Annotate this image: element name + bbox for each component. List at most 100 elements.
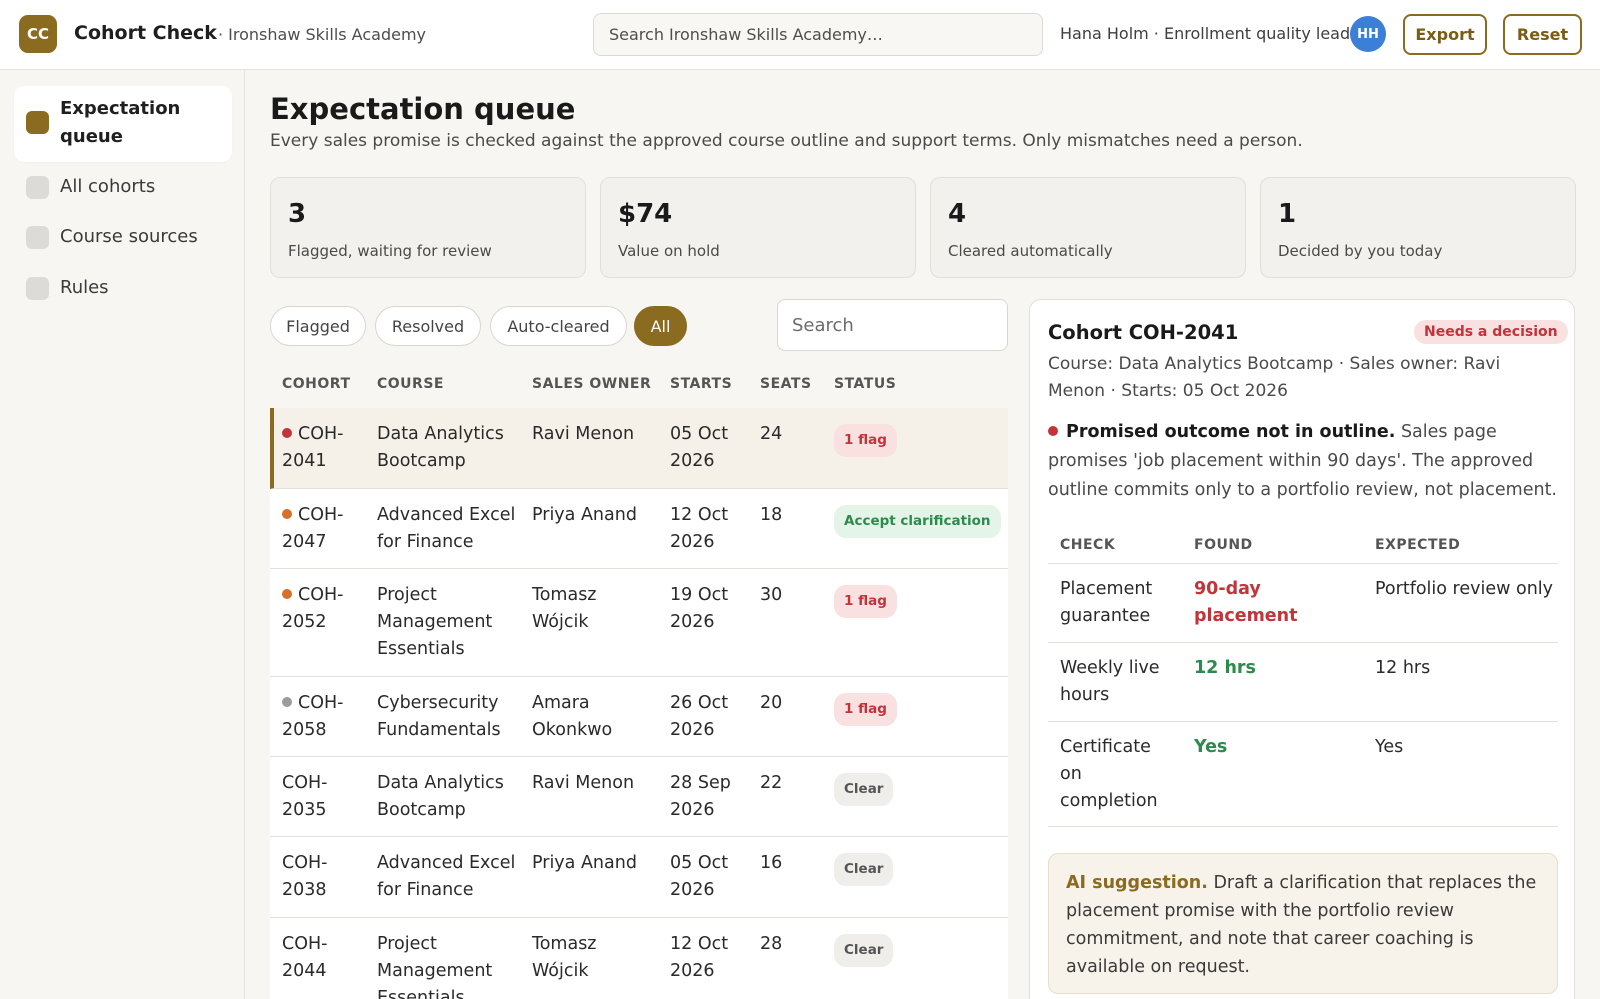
seat-count: 30 <box>760 585 783 605</box>
status-cell: 1 flag <box>834 424 897 457</box>
stat-caption: Flagged, waiting for review <box>288 242 492 260</box>
stat-card-cleared: 4 Cleared automatically <box>930 177 1246 278</box>
sales-owner: Ravi Menon <box>532 424 635 444</box>
status-cell: Clear <box>834 853 894 886</box>
filter-all[interactable]: All <box>634 306 687 346</box>
sidebar-item-course-sources[interactable]: Course sources <box>14 223 232 251</box>
sales-owner: Priya Anand <box>532 853 637 873</box>
check-row: Weekly live hours 12 hrs 12 hrs <box>1048 642 1558 721</box>
status-badge: 1 flag <box>834 424 897 457</box>
seat-count: 22 <box>760 773 783 793</box>
expected-value: Yes <box>1375 737 1404 757</box>
course-name: Cybersecurity Fundamentals <box>377 693 501 740</box>
cohort-id: COH-2038 <box>282 853 328 900</box>
seat-count: 16 <box>760 853 783 873</box>
sidebar-item-expectation-queue[interactable]: Expectation queue <box>14 86 232 162</box>
seat-count: 28 <box>760 934 783 954</box>
table-row[interactable]: COH-2035 Data Analytics Bootcamp Ravi Me… <box>270 757 1008 837</box>
cohort-id: COH-2052 <box>282 585 344 632</box>
status-cell: Accept clarification <box>834 505 1001 538</box>
table-row[interactable]: COH-2041 Data Analytics Bootcamp Ravi Me… <box>270 408 1008 489</box>
course-name: Advanced Excel for Finance <box>377 853 516 900</box>
status-badge: Clear <box>834 934 894 967</box>
status-cell: 1 flag <box>834 585 897 618</box>
start-date: 05 Oct 2026 <box>670 424 729 471</box>
table-row[interactable]: COH-2058 Cybersecurity Fundamentals Amar… <box>270 677 1008 757</box>
course-name: Data Analytics Bootcamp <box>377 773 504 820</box>
check-name: Certificate on completion <box>1060 737 1158 811</box>
check-column-header: CHECK <box>1060 537 1116 553</box>
detail-title: Cohort COH-2041 <box>1048 321 1239 344</box>
global-search-input[interactable] <box>593 13 1043 56</box>
course-name: Advanced Excel for Finance <box>377 505 516 552</box>
found-value: 90-day placement <box>1194 579 1298 626</box>
stat-caption: Decided by you today <box>1278 242 1443 260</box>
sidebar-item-label: All cohorts <box>60 176 156 197</box>
column-header-seats[interactable]: SEATS <box>760 376 812 392</box>
table-row[interactable]: COH-2038 Advanced Excel for Finance Priy… <box>270 837 1008 918</box>
top-bar: CC Cohort Check · Ironshaw Skills Academ… <box>0 0 1600 70</box>
status-badge: Clear <box>834 773 894 806</box>
expected-value: 12 hrs <box>1375 658 1431 678</box>
table-row[interactable]: COH-2044 Project Management Essentials T… <box>270 918 1008 999</box>
status-dot-icon <box>282 696 292 707</box>
cohort-id: COH-2041 <box>282 424 344 471</box>
filter-resolved[interactable]: Resolved <box>375 306 481 346</box>
start-date: 05 Oct 2026 <box>670 853 729 900</box>
export-button[interactable]: Export <box>1403 14 1487 55</box>
cohort-id: COH-2044 <box>282 934 328 981</box>
status-dot-icon <box>282 508 292 519</box>
column-header-sales-owner[interactable]: SALES OWNER <box>532 376 651 392</box>
stat-caption: Cleared automatically <box>948 242 1113 260</box>
app-logo: CC <box>19 15 57 53</box>
cohort-id: COH-2047 <box>282 505 344 552</box>
sources-icon <box>26 226 49 249</box>
reset-button[interactable]: Reset <box>1503 14 1582 55</box>
expected-column-header: EXPECTED <box>1375 537 1461 553</box>
status-dot-icon <box>282 427 292 438</box>
found-value: Yes <box>1194 737 1228 757</box>
sales-owner: Amara Okonkwo <box>532 693 613 740</box>
found-value: 12 hrs <box>1194 658 1256 678</box>
column-header-cohort[interactable]: COHORT <box>282 376 351 392</box>
finding: Promised outcome not in outline. Sales p… <box>1048 418 1563 505</box>
check-row: Placement guarantee 90-day placement Por… <box>1048 563 1558 642</box>
column-header-starts[interactable]: STARTS <box>670 376 732 392</box>
course-name: Project Management Essentials <box>377 934 493 999</box>
start-date: 19 Oct 2026 <box>670 585 729 632</box>
status-badge: Clear <box>834 853 894 886</box>
seat-count: 20 <box>760 693 783 713</box>
sidebar: Expectation queue All cohorts Course sou… <box>0 70 245 999</box>
start-date: 26 Oct 2026 <box>670 693 729 740</box>
status-dot-icon <box>282 588 292 599</box>
filter-flagged[interactable]: Flagged <box>270 306 366 346</box>
cohort-id: COH-2035 <box>282 773 328 820</box>
table-search-input[interactable] <box>777 299 1008 351</box>
status-cell: Clear <box>834 773 894 806</box>
sidebar-item-rules[interactable]: Rules <box>14 274 232 302</box>
sidebar-item-all-cohorts[interactable]: All cohorts <box>14 173 232 201</box>
org-name: · Ironshaw Skills Academy <box>218 25 426 44</box>
check-name: Weekly live hours <box>1060 658 1160 705</box>
start-date: 28 Sep 2026 <box>670 773 731 820</box>
stat-value: $74 <box>618 199 673 229</box>
sales-owner: Ravi Menon <box>532 773 635 793</box>
cohort-id: COH-2058 <box>282 693 344 740</box>
column-header-status[interactable]: STATUS <box>834 376 896 392</box>
filter-auto-cleared[interactable]: Auto-cleared <box>490 306 627 346</box>
status-badge: Needs a decision <box>1414 320 1568 344</box>
finding-title: Promised outcome not in outline. <box>1066 422 1396 442</box>
check-row: Certificate on completion Yes Yes <box>1048 721 1558 827</box>
stat-caption: Value on hold <box>618 242 720 260</box>
avatar[interactable]: HH <box>1350 16 1386 52</box>
user-label: Hana Holm · Enrollment quality lead <box>1060 24 1351 43</box>
table-row[interactable]: COH-2052 Project Management Essentials T… <box>270 569 1008 677</box>
status-cell: Clear <box>834 934 894 967</box>
stat-card-value-on-hold: $74 Value on hold <box>600 177 916 278</box>
column-header-course[interactable]: COURSE <box>377 376 444 392</box>
rules-icon <box>26 277 49 300</box>
table-row[interactable]: COH-2047 Advanced Excel for Finance Priy… <box>270 489 1008 569</box>
sales-owner: Priya Anand <box>532 505 637 525</box>
status-badge: 1 flag <box>834 585 897 618</box>
start-date: 12 Oct 2026 <box>670 934 729 981</box>
